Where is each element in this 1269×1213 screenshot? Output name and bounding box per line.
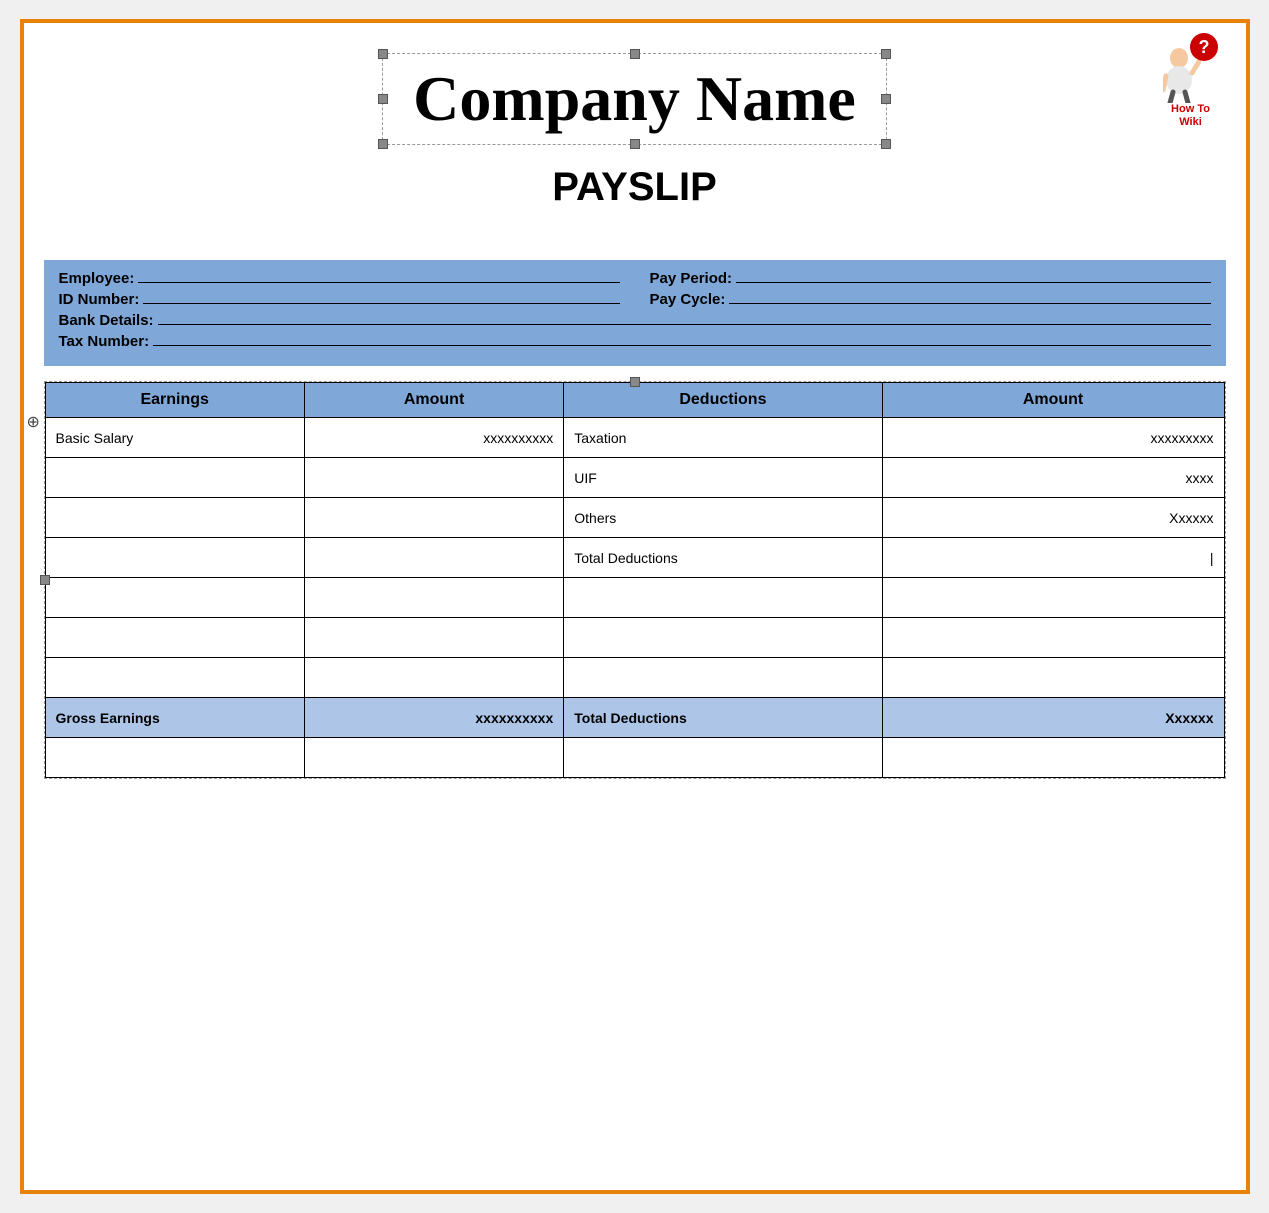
bank-details-underline (158, 324, 1211, 325)
table-row: Basic SalaryxxxxxxxxxxTaxationxxxxxxxxx (45, 418, 1224, 458)
table-cell-r1-c1 (304, 458, 563, 498)
table-cell-r0-c0: Basic Salary (45, 418, 304, 458)
info-row-2: ID Number: Pay Cycle: (59, 291, 1211, 308)
table-last-cell-c0 (45, 738, 304, 778)
table-row (45, 578, 1224, 618)
table-header-row: Earnings Amount Deductions Amount (45, 383, 1224, 418)
employee-field: Employee: (59, 270, 620, 287)
table-last-cell-c2 (564, 738, 882, 778)
id-number-label: ID Number: (59, 291, 140, 308)
id-number-field: ID Number: (59, 291, 620, 308)
table-cell-r0-c2: Taxation (564, 418, 882, 458)
table-cell-r5-c0 (45, 618, 304, 658)
handle-mr (881, 94, 891, 104)
handle-tl (378, 49, 388, 59)
table-summary-cell-c2: Total Deductions (564, 698, 882, 738)
question-mark-icon: ? (1190, 33, 1218, 61)
pay-period-label: Pay Period: (650, 270, 733, 287)
table-cell-r4-c0 (45, 578, 304, 618)
handle-br (881, 139, 891, 149)
table-cell-r3-c2: Total Deductions (564, 538, 882, 578)
company-name: Company Name (413, 64, 856, 134)
payslip-title: PAYSLIP (84, 165, 1186, 210)
table-cell-r1-c3: xxxx (882, 458, 1224, 498)
table-cell-r5-c3 (882, 618, 1224, 658)
table-last-row (45, 738, 1224, 778)
table-cell-r6-c1 (304, 658, 563, 698)
table-handle-top (630, 377, 640, 387)
company-name-box: Company Name (382, 53, 887, 145)
table-last-cell-c3 (882, 738, 1224, 778)
table-cell-r3-c0 (45, 538, 304, 578)
table-row (45, 658, 1224, 698)
col-header-amount1: Amount (304, 383, 563, 418)
pay-cycle-field: Pay Cycle: (650, 291, 1211, 308)
table-summary-row: Gross EarningsxxxxxxxxxxTotal Deductions… (45, 698, 1224, 738)
table-handle-left (40, 575, 50, 585)
handle-ml (378, 94, 388, 104)
table-move-icon: ⊕ (27, 412, 40, 432)
pay-period-field: Pay Period: (650, 270, 1211, 287)
table-summary-cell-c0: Gross Earnings (45, 698, 304, 738)
info-row-1: Employee: Pay Period: (59, 270, 1211, 287)
table-body: Basic SalaryxxxxxxxxxxTaxationxxxxxxxxxU… (45, 418, 1224, 778)
table-cell-r2-c1 (304, 498, 563, 538)
table-summary-cell-c3: Xxxxxx (882, 698, 1224, 738)
handle-tr (881, 49, 891, 59)
page-wrapper: ? How To Wiki (20, 19, 1250, 1194)
table-last-cell-c1 (304, 738, 563, 778)
table-selection: ⊕ Earnings Amount Deductions Amount Basi… (44, 381, 1226, 779)
table-cell-r5-c1 (304, 618, 563, 658)
table-cell-r0-c3: xxxxxxxxx (882, 418, 1224, 458)
table-cell-r6-c0 (45, 658, 304, 698)
table-cell-r2-c2: Others (564, 498, 882, 538)
table-cell-r1-c0 (45, 458, 304, 498)
info-row-4: Tax Number: (59, 333, 1211, 350)
id-number-underline (143, 303, 619, 304)
table-cell-r4-c3 (882, 578, 1224, 618)
table-cell-r3-c3: | (882, 538, 1224, 578)
table-row (45, 618, 1224, 658)
table-cell-r6-c3 (882, 658, 1224, 698)
handle-bm (630, 139, 640, 149)
table-area: ⊕ Earnings Amount Deductions Amount Basi… (44, 381, 1226, 779)
handle-bl (378, 139, 388, 149)
table-cell-r3-c1 (304, 538, 563, 578)
table-cell-r5-c2 (564, 618, 882, 658)
table-summary-cell-c1: xxxxxxxxxx (304, 698, 563, 738)
employee-label: Employee: (59, 270, 135, 287)
table-cell-r0-c1: xxxxxxxxxx (304, 418, 563, 458)
employee-underline (138, 282, 619, 283)
table-row: Total Deductions| (45, 538, 1224, 578)
tax-number-label: Tax Number: (59, 333, 150, 350)
table-cell-r1-c2: UIF (564, 458, 882, 498)
table-row: UIFxxxx (45, 458, 1224, 498)
table-cell-r4-c2 (564, 578, 882, 618)
pay-cycle-underline (729, 303, 1210, 304)
handle-tm (630, 49, 640, 59)
table-cell-r6-c2 (564, 658, 882, 698)
pay-cycle-label: Pay Cycle: (650, 291, 726, 308)
info-section: Employee: Pay Period: ID Number: Pay Cyc… (44, 260, 1226, 366)
table-row: OthersXxxxxx (45, 498, 1224, 538)
table-cell-r4-c1 (304, 578, 563, 618)
table-cell-r2-c3: Xxxxxx (882, 498, 1224, 538)
tax-number-underline (153, 345, 1210, 346)
col-header-deductions: Deductions (564, 383, 882, 418)
payslip-table: Earnings Amount Deductions Amount Basic … (45, 382, 1225, 778)
bank-details-label: Bank Details: (59, 312, 154, 329)
col-header-earnings: Earnings (45, 383, 304, 418)
pay-period-underline (736, 282, 1210, 283)
table-cell-r2-c0 (45, 498, 304, 538)
col-header-amount2: Amount (882, 383, 1224, 418)
info-row-3: Bank Details: (59, 312, 1211, 329)
header-section: Company Name PAYSLIP (24, 23, 1246, 250)
